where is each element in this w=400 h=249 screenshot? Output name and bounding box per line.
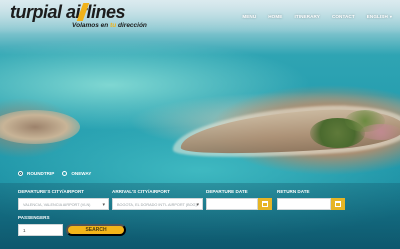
nav-itinerary[interactable]: ITINERARY	[294, 14, 320, 19]
arrival-city-value: BOGOTA, EL DORADO INT'L AIRPORT (BOG)	[117, 202, 197, 207]
departure-city-label: DEPARTURE'S CITY/AIRPORT	[18, 189, 85, 194]
arrival-city-label: ARRIVAL'S CITY/AIRPORT	[112, 189, 170, 194]
nav-menu[interactable]: MENU	[242, 14, 256, 19]
passengers-input[interactable]: 1	[18, 224, 63, 236]
departure-date-label: DEPARTURE DATE	[206, 189, 248, 194]
departure-date-picker-button[interactable]	[258, 198, 272, 210]
departure-city-value: VALENCIA, VALENCIA AIRPORT (VLN)	[23, 202, 91, 207]
brand-logo[interactable]: turpial airlines Volamos en tu dirección	[10, 2, 160, 31]
chevron-down-icon: ▾	[389, 14, 392, 19]
nav-contact[interactable]: CONTACT	[332, 14, 355, 19]
search-button[interactable]: SEARCH	[66, 224, 126, 236]
departure-date-input[interactable]	[206, 198, 258, 210]
chevron-down-icon: ▾	[102, 202, 105, 208]
nav-home[interactable]: HOME	[268, 14, 282, 19]
logo-tagline: Volamos en tu dirección	[72, 22, 147, 29]
main-nav: MENU HOME ITINERARY CONTACT ENGLISH ▾	[230, 14, 392, 19]
trip-type-selector: ROUNDTRIP ONEWAY	[18, 171, 95, 176]
return-date-input[interactable]	[277, 198, 331, 210]
calendar-icon	[335, 201, 341, 207]
salt-pond	[360, 124, 400, 140]
chevron-down-icon: ▾	[196, 202, 199, 208]
sandbank	[0, 110, 80, 144]
roundtrip-radio[interactable]	[18, 171, 23, 176]
arrival-city-select[interactable]: BOGOTA, EL DORADO INT'L AIRPORT (BOG) ▾	[112, 198, 203, 210]
return-date-label: RETURN DATE	[277, 189, 310, 194]
nav-language[interactable]: ENGLISH ▾	[367, 14, 392, 19]
departure-city-select[interactable]: VALENCIA, VALENCIA AIRPORT (VLN) ▾	[18, 198, 109, 210]
return-date-picker-button[interactable]	[331, 198, 345, 210]
roundtrip-label[interactable]: ROUNDTRIP	[27, 171, 54, 176]
passengers-label: PASSENGERS	[18, 215, 50, 220]
logo-wordmark: turpial airlines	[10, 2, 126, 22]
oneway-radio[interactable]	[62, 171, 68, 176]
passengers-value: 1	[23, 228, 26, 233]
oneway-label[interactable]: ONEWAY	[71, 171, 91, 176]
calendar-icon	[262, 201, 268, 207]
